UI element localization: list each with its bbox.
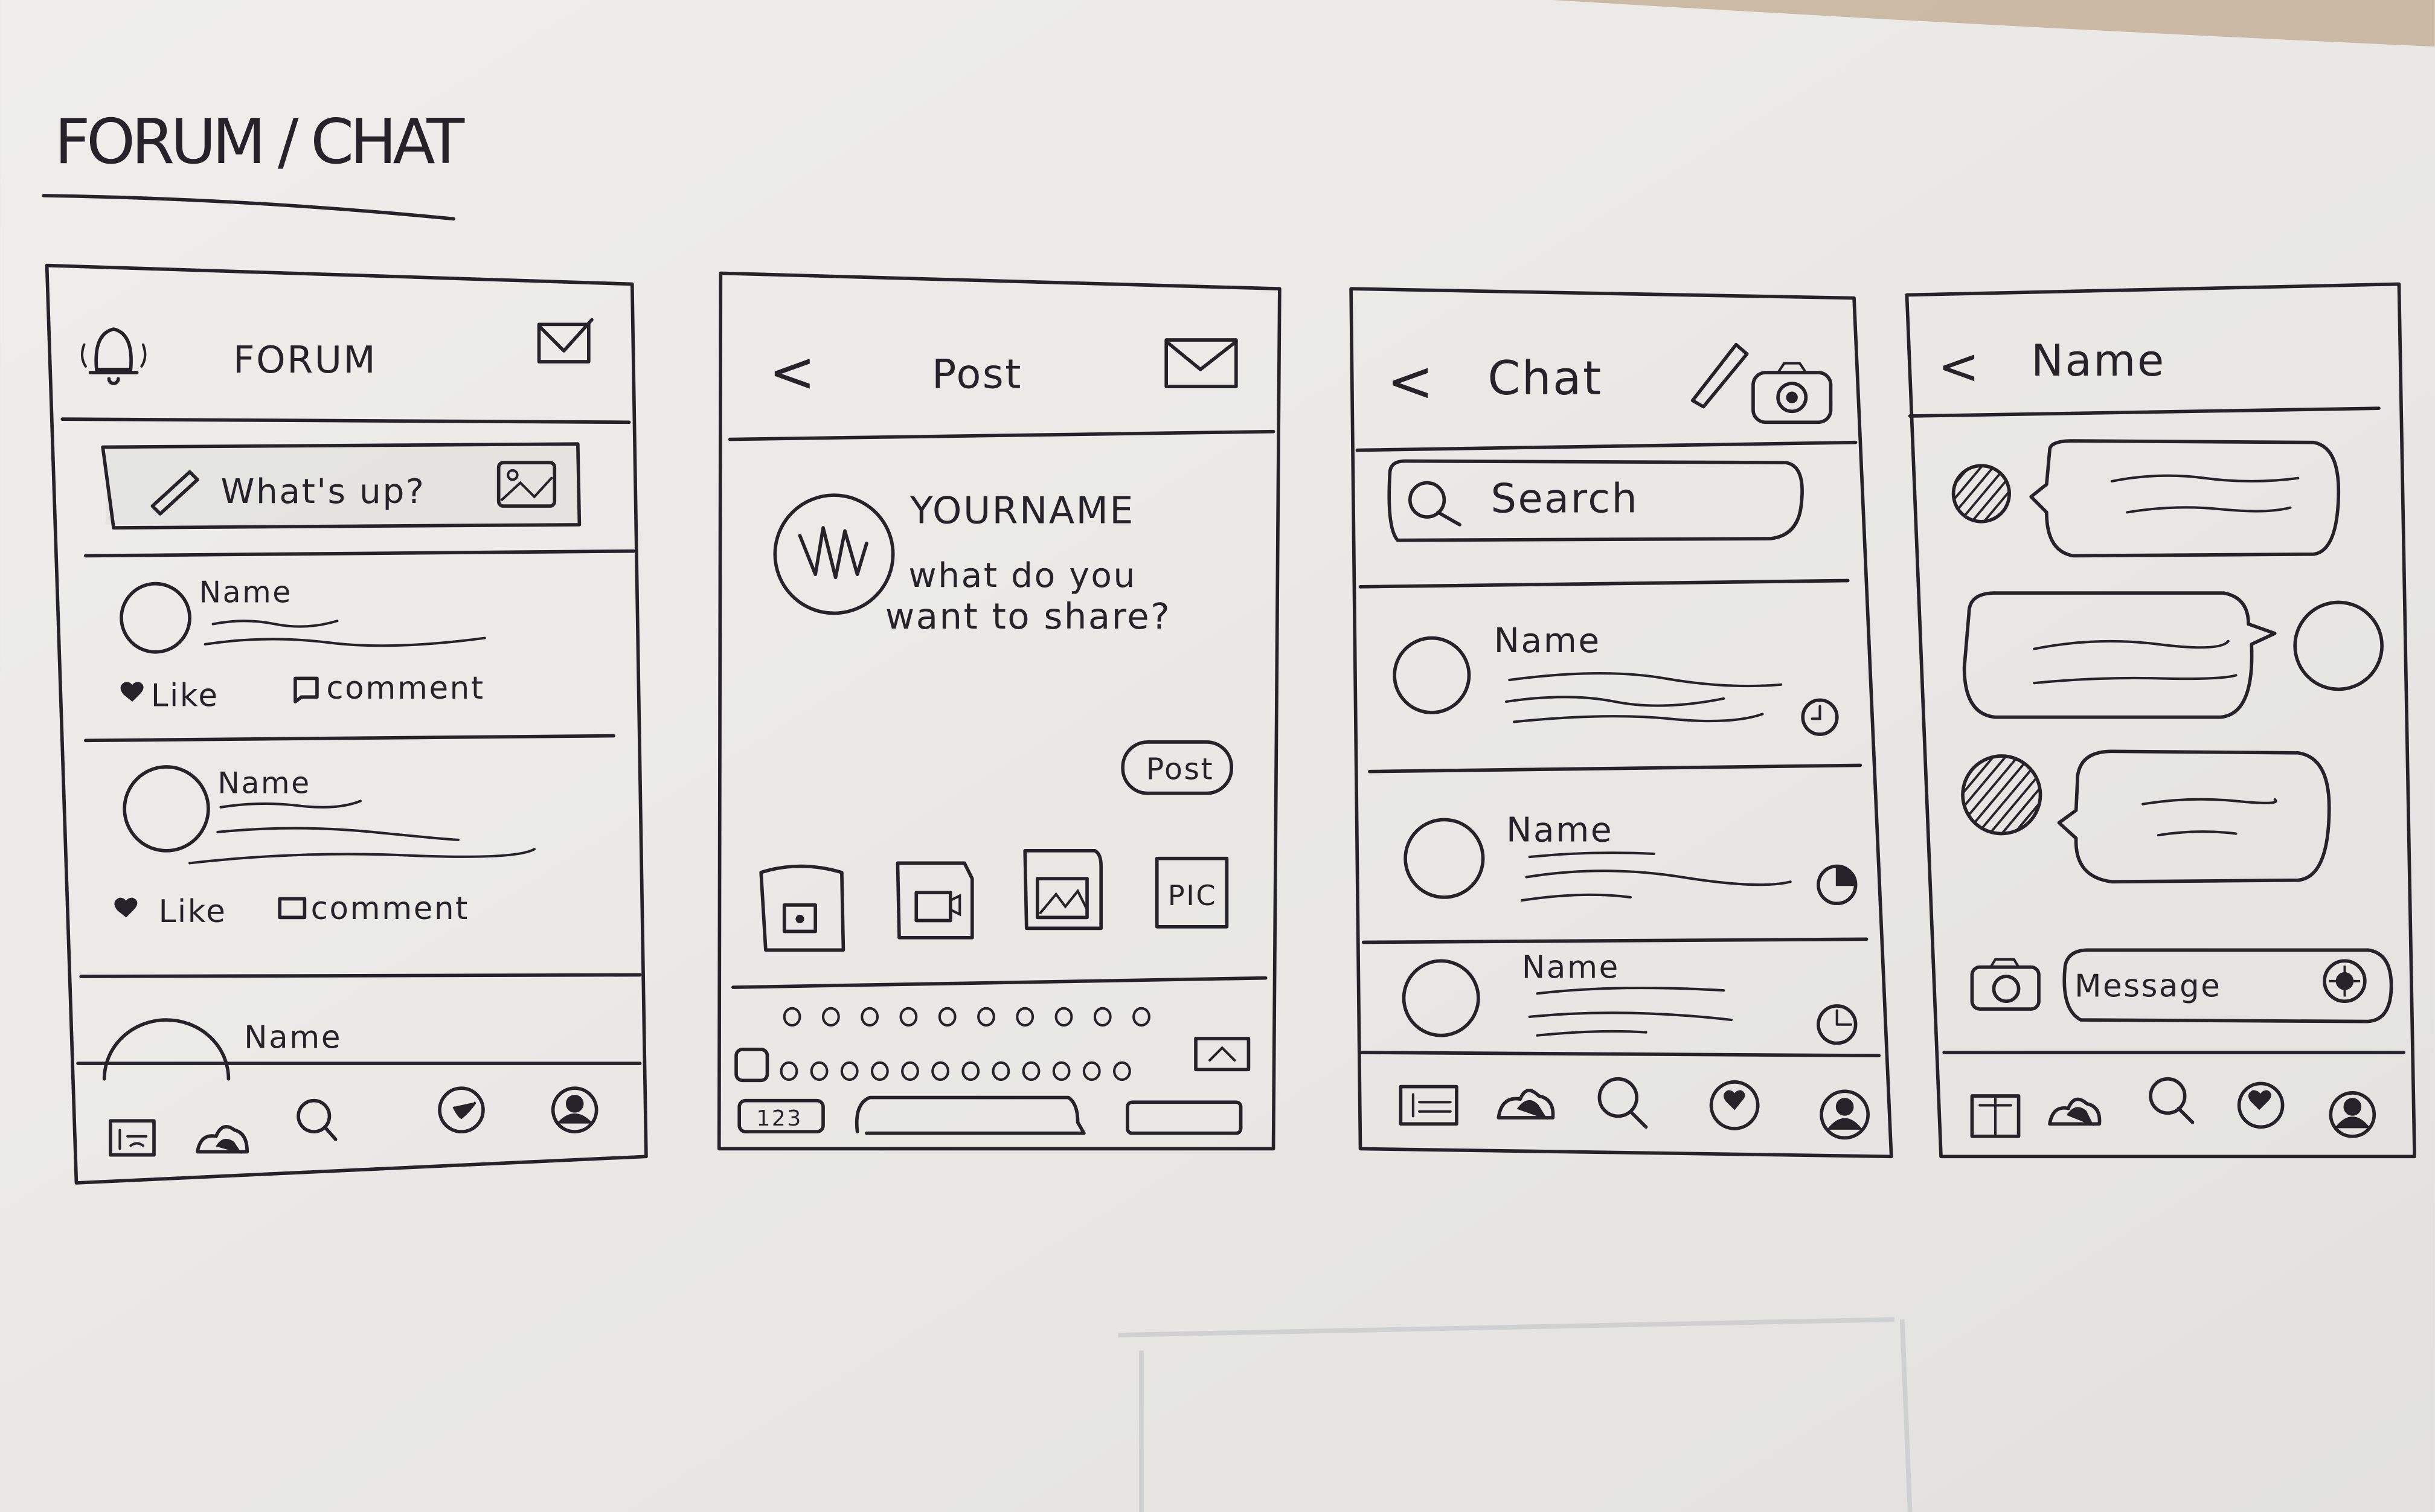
like-label: Like xyxy=(151,678,219,714)
back-button[interactable]: < xyxy=(1387,348,1435,414)
comment-label: comment xyxy=(311,891,469,927)
post-button-label: Post xyxy=(1146,752,1214,787)
post-title: Post xyxy=(932,351,1022,398)
post-author-name: Name xyxy=(217,766,310,801)
composer-input[interactable]: What's up? xyxy=(101,442,582,530)
avatar xyxy=(1951,464,2011,524)
page-title: FORUM / CHAT xyxy=(54,106,466,178)
conversation-name: Name xyxy=(1522,950,1620,986)
back-button[interactable]: < xyxy=(1938,338,1981,396)
paper-background xyxy=(0,0,2435,1512)
wireframe-sketch-sheet: FORUM / CHAT FORUM What's up? Name Like … xyxy=(0,0,2435,1512)
chat-title: Chat xyxy=(1487,351,1602,406)
avatar xyxy=(1961,754,2042,836)
back-button[interactable]: < xyxy=(769,339,817,405)
composer-placeholder: What's up? xyxy=(221,472,426,511)
post-author-name: Name xyxy=(244,1019,342,1056)
forum-title: FORUM xyxy=(233,338,377,382)
search-placeholder: Search xyxy=(1490,475,1638,522)
comment-label: comment xyxy=(326,670,484,706)
send-icon[interactable] xyxy=(2323,959,2367,1004)
numbers-key-label: 123 xyxy=(756,1106,802,1131)
post-author-name: Name xyxy=(199,575,292,609)
conversation-name: Name xyxy=(1506,810,1613,850)
your-name-label: YOURNAME xyxy=(910,489,1135,532)
pic-label: PIC xyxy=(1168,879,1218,912)
post-prompt-line2[interactable]: want to share? xyxy=(885,595,1171,637)
like-label: Like xyxy=(159,894,227,930)
post-prompt-line1[interactable]: what do you xyxy=(908,556,1137,595)
message-placeholder: Message xyxy=(2074,968,2221,1004)
contact-name-title: Name xyxy=(2031,335,2166,386)
conversation-name: Name xyxy=(1494,621,1601,661)
